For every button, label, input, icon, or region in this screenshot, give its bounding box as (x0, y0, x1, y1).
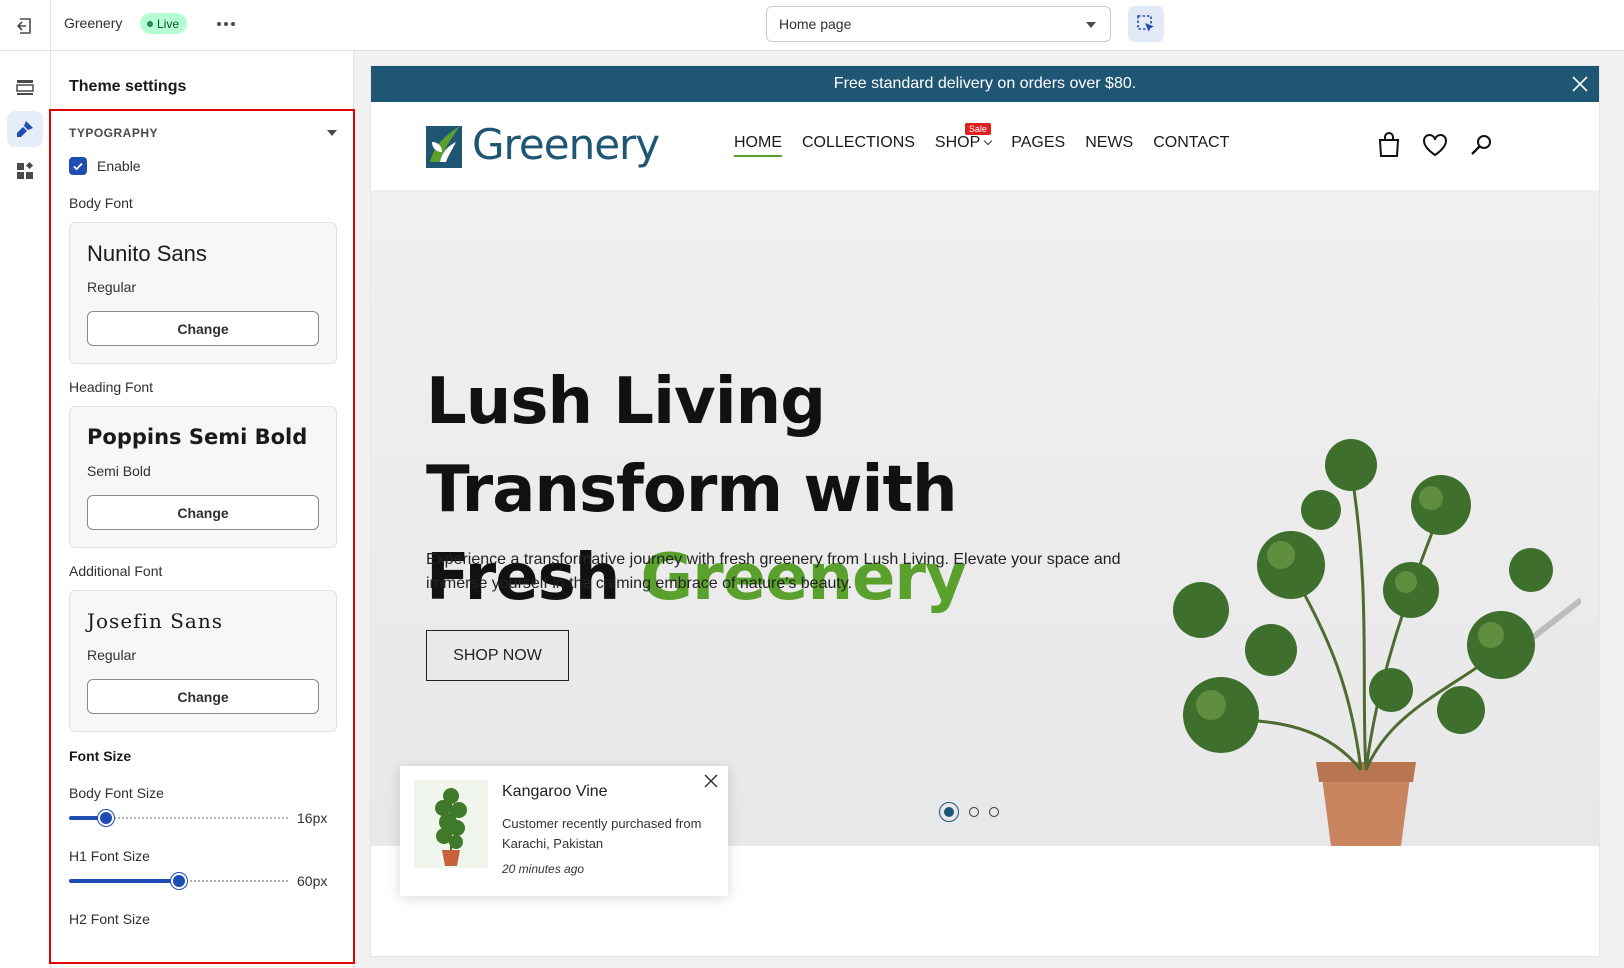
h2-font-size-label: H2 Font Size (69, 911, 150, 927)
header-icons (1376, 132, 1494, 158)
theme-settings-nav-button[interactable] (7, 111, 43, 147)
body-font-label: Body Font (69, 195, 133, 211)
h1-font-size-slider[interactable] (69, 873, 288, 889)
toast-product-title: Kangaroo Vine (502, 783, 608, 800)
additional-font-card: Josefin Sans Regular Change (69, 590, 337, 732)
exit-icon (16, 17, 31, 34)
sections-nav-button[interactable] (7, 69, 43, 105)
recent-purchase-popup: Kangaroo Vine Customer recently purchase… (400, 766, 728, 896)
main-nav: HOME COLLECTIONS SHOP Sale PAGES NEWS CO… (734, 123, 1229, 157)
theme-settings-panel: Theme settings TYPOGRAPHY Enable Body Fo… (51, 51, 354, 968)
h1-font-size-value: 60px (297, 873, 328, 889)
shop-now-button[interactable]: SHOP NOW (426, 630, 569, 681)
more-actions-button[interactable] (212, 12, 240, 36)
exit-editor-button[interactable] (0, 0, 51, 51)
nav-shop[interactable]: SHOP Sale (934, 123, 993, 157)
select-cursor-icon (1137, 15, 1154, 32)
potted-plant-image (1173, 439, 1581, 846)
hero-description: Experience a transformative journey with… (426, 551, 1121, 592)
close-icon[interactable] (1570, 74, 1590, 94)
announcement-text: Free standard delivery on orders over $8… (833, 75, 1137, 92)
site-logo[interactable]: Greenery (426, 120, 660, 169)
slideshow-dots (939, 802, 999, 822)
body-font-size-label: Body Font Size (69, 785, 164, 801)
nav-collections[interactable]: COLLECTIONS (802, 134, 915, 157)
sections-icon (16, 80, 34, 95)
nav-shop-label: SHOP (934, 134, 981, 151)
nav-news[interactable]: NEWS (1085, 134, 1133, 157)
heading-font-card: Poppins Semi Bold Semi Bold Change (69, 406, 337, 548)
body-font-name: Nunito Sans (87, 241, 207, 266)
enable-label: Enable (97, 158, 141, 174)
page-selector[interactable]: Home page (766, 6, 1111, 42)
panel-title: Theme settings (69, 78, 187, 95)
shopping-bag-icon[interactable] (1376, 132, 1402, 158)
store-name: Greenery (64, 15, 123, 31)
paintbrush-icon (17, 121, 33, 137)
leaf-logo-icon (426, 126, 462, 168)
live-dot-icon (147, 20, 153, 27)
close-icon[interactable] (702, 772, 720, 790)
font-size-title: Font Size (69, 748, 132, 764)
slide-dot-2[interactable] (969, 807, 979, 817)
live-label: Live (157, 16, 180, 31)
typography-section-toggle[interactable]: TYPOGRAPHY (69, 123, 337, 143)
caret-down-icon (1086, 22, 1096, 28)
chevron-down-icon (984, 136, 993, 146)
editor-icon-rail (0, 51, 51, 968)
toast-time-ago: 20 minutes ago (502, 862, 585, 876)
product-thumbnail (414, 780, 488, 868)
page-selector-value: Home page (779, 16, 852, 32)
slider-thumb[interactable] (98, 810, 115, 826)
body-font-size-slider[interactable] (69, 810, 288, 826)
heading-font-change-button[interactable]: Change (87, 495, 319, 530)
hero-slideshow: Lush Living Transform with Fresh Greener… (371, 190, 1599, 846)
live-status-badge: Live (140, 13, 188, 34)
body-font-size-value: 16px (297, 810, 328, 826)
body-font-card: Nunito Sans Regular Change (69, 222, 337, 364)
additional-font-label: Additional Font (69, 563, 163, 579)
nav-contact[interactable]: CONTACT (1153, 134, 1229, 157)
logo-wordmark: Greenery (472, 120, 660, 169)
checkbox-checked-icon (69, 157, 87, 175)
heading-font-name: Poppins Semi Bold (87, 425, 308, 449)
additional-font-change-button[interactable]: Change (87, 679, 319, 714)
body-font-change-button[interactable]: Change (87, 311, 319, 346)
toast-message: Customer recently purchased from Karachi… (502, 816, 702, 851)
heading-font-label: Heading Font (69, 379, 154, 395)
nav-pages[interactable]: PAGES (1011, 134, 1065, 157)
additional-font-name: Josefin Sans (87, 609, 223, 633)
announcement-bar: Free standard delivery on orders over $8… (371, 66, 1599, 102)
caret-down-icon (327, 130, 337, 136)
slider-thumb[interactable] (170, 873, 187, 889)
body-font-style: Regular (87, 279, 137, 295)
wishlist-heart-icon[interactable] (1422, 132, 1448, 158)
slide-dot-3[interactable] (989, 807, 999, 817)
typography-section-title: TYPOGRAPHY (69, 126, 159, 140)
top-bar: Greenery Live Home page (0, 0, 1624, 51)
sale-badge: Sale (964, 123, 991, 135)
apps-icon (17, 161, 34, 179)
enable-typography-checkbox[interactable]: Enable (69, 157, 141, 175)
apps-nav-button[interactable] (7, 153, 43, 189)
plant-thumbnail-icon (435, 788, 467, 866)
nav-home[interactable]: HOME (734, 134, 782, 157)
inspector-toggle-button[interactable] (1128, 6, 1164, 42)
additional-font-style: Regular (87, 647, 137, 663)
heading-font-style: Semi Bold (87, 463, 151, 479)
search-icon[interactable] (1468, 132, 1494, 158)
h1-font-size-label: H1 Font Size (69, 848, 150, 864)
slide-dot-1[interactable] (939, 802, 959, 822)
site-header: Greenery HOME COLLECTIONS SHOP Sale PAGE… (371, 102, 1599, 190)
